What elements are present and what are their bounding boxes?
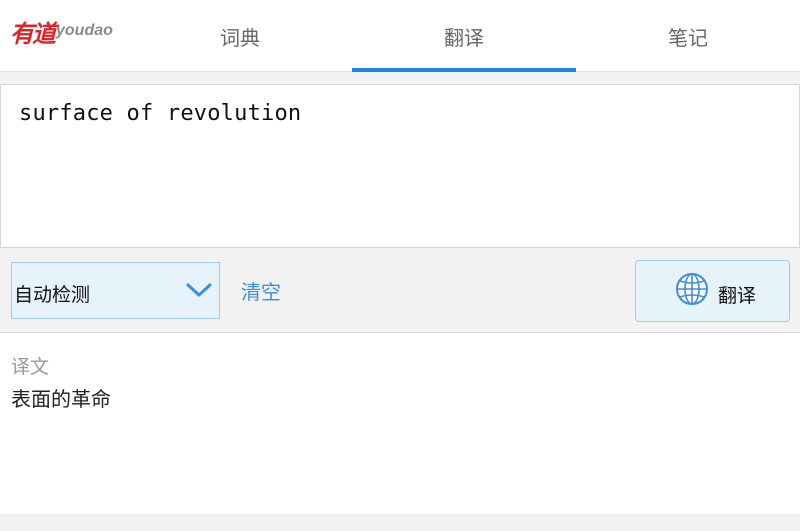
source-text-input[interactable]: surface of revolution — [0, 84, 800, 248]
youdao-logo: 有道 youdao — [10, 18, 113, 48]
language-select-value: 自动检测 — [14, 284, 91, 306]
clear-button[interactable]: 清空 — [241, 276, 281, 305]
controls-bar: 自动检测 清空 翻译 — [0, 248, 800, 333]
translate-button[interactable]: 翻译 — [635, 260, 790, 322]
result-label: 译文 — [11, 356, 50, 378]
globe-icon — [676, 273, 708, 305]
result-text: 表面的革命 — [11, 387, 111, 411]
translate-button-label: 翻译 — [718, 285, 757, 307]
chevron-down-icon — [186, 283, 212, 297]
bottom-strip — [0, 514, 800, 531]
header: 有道 youdao 词典 翻译 笔记 — [0, 0, 800, 72]
logo-text-en: youdao — [56, 22, 113, 39]
logo-text-cn: 有道 — [10, 19, 56, 48]
divider-strip — [0, 72, 800, 84]
source-text-value: surface of revolution — [19, 101, 302, 126]
language-select[interactable]: 自动检测 — [11, 262, 220, 319]
result-panel: 译文 表面的革命 — [0, 334, 800, 514]
tab-notes[interactable]: 笔记 — [576, 0, 800, 72]
tab-translate[interactable]: 翻译 — [352, 0, 576, 72]
tab-dictionary[interactable]: 词典 — [128, 0, 352, 72]
